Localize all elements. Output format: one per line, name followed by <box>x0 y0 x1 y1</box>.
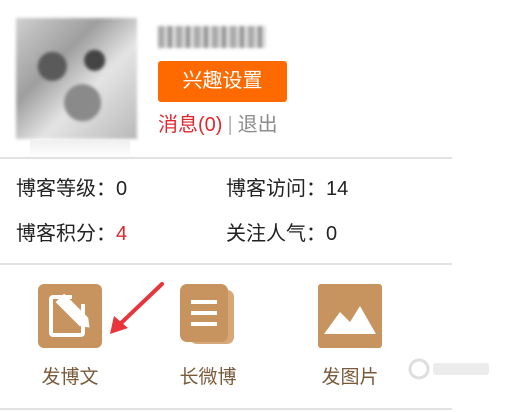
stat-blog-visits: 博客访问：14 <box>226 176 348 202</box>
divider-middle <box>0 263 452 265</box>
post-image-button[interactable]: 发图片 <box>305 284 395 389</box>
edit-icon <box>38 284 102 348</box>
watermark-logo <box>405 352 495 386</box>
messages-link[interactable]: 消息(0) <box>158 114 222 136</box>
document-icon <box>176 284 240 348</box>
blurred-username[interactable] <box>158 26 266 48</box>
stat-blog-points-label: 博客积分： <box>16 223 116 245</box>
stat-blog-points: 博客积分：4 <box>16 221 127 247</box>
account-links: 消息(0) | 退出 <box>158 112 278 138</box>
divider-bottom <box>0 408 452 410</box>
annotation-arrow <box>110 282 164 334</box>
image-icon <box>318 284 382 348</box>
write-post-label: 发博文 <box>41 367 99 388</box>
divider-top <box>0 157 452 159</box>
long-weibo-label: 长微博 <box>179 367 237 388</box>
avatar-shadow <box>30 140 130 158</box>
long-weibo-button[interactable]: 长微博 <box>163 284 253 389</box>
stat-blog-visits-value: 14 <box>326 178 349 200</box>
stat-blog-points-value: 4 <box>116 223 128 245</box>
stat-blog-level-value: 0 <box>116 178 128 200</box>
stat-blog-level: 博客等级：0 <box>16 176 127 202</box>
stat-followers-value: 0 <box>326 223 338 245</box>
stat-followers-label: 关注人气： <box>226 223 326 245</box>
stat-blog-visits-label: 博客访问： <box>226 178 326 200</box>
post-image-label: 发图片 <box>321 367 379 388</box>
logout-link[interactable]: 退出 <box>238 114 278 136</box>
interest-settings-button[interactable]: 兴趣设置 <box>158 61 287 102</box>
stat-blog-level-label: 博客等级： <box>16 178 116 200</box>
stat-followers: 关注人气：0 <box>226 221 337 247</box>
link-separator: | <box>227 114 233 136</box>
user-avatar[interactable] <box>16 18 137 139</box>
